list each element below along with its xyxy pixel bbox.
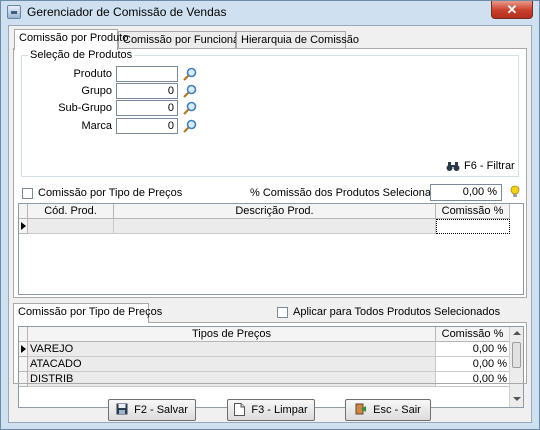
product-selection-group: Seleção de Produtos Produto Grupo 0 Sub-… — [21, 49, 519, 177]
tab-comissao-produto[interactable]: Comissão por Produto — [14, 29, 128, 50]
row-indicator — [19, 357, 28, 372]
window-title: Gerenciador de Comissão de Vendas — [27, 5, 227, 19]
app-icon — [7, 5, 21, 19]
selected-pct-label: % Comissão dos Produtos Selecionados: — [250, 187, 452, 199]
save-button[interactable]: F2 - Salvar — [108, 399, 196, 421]
tab-label: Comissão por Funcionário — [123, 34, 252, 46]
price-type-cell[interactable]: VAREJO — [28, 342, 436, 357]
exit-button[interactable]: Esc - Sair — [345, 399, 431, 421]
grid-corner — [19, 327, 28, 342]
row-indicator — [19, 219, 28, 234]
grupo-field[interactable]: 0 — [116, 83, 178, 99]
scroll-thumb[interactable] — [512, 342, 521, 368]
lightbulb-icon — [510, 185, 520, 197]
col-header-cod-prod[interactable]: Cód. Prod. — [28, 204, 114, 219]
price-pct-cell[interactable]: 0,00 % — [436, 357, 510, 372]
save-label: F2 - Salvar — [134, 404, 188, 416]
clear-label: F3 - Limpar — [251, 404, 308, 416]
group-legend: Seleção de Produtos — [28, 49, 135, 61]
grupo-search-icon[interactable] — [182, 83, 198, 99]
price-type-label: Comissão por Tipo de Preços — [38, 187, 183, 199]
col-header-comissao[interactable]: Comissão % — [436, 204, 510, 219]
exit-label: Esc - Sair — [373, 404, 421, 416]
sub-grupo-label: Sub-Grupo — [58, 102, 112, 114]
exit-door-icon — [355, 403, 367, 415]
cell-comissao-pct[interactable] — [436, 219, 510, 234]
floppy-disk-icon — [116, 403, 128, 415]
marca-label: Marca — [81, 120, 112, 132]
price-section-header: Comissão por Tipo de Preços Aplicar para… — [13, 303, 527, 324]
tab-label: Hierarquia de Comissão — [241, 34, 359, 46]
marca-search-icon[interactable] — [182, 118, 198, 134]
apply-all-checkbox[interactable] — [277, 307, 288, 318]
price-pct-cell[interactable]: 0,00 % — [436, 372, 510, 387]
price-type-checkbox[interactable] — [22, 188, 33, 199]
marca-field[interactable]: 0 — [116, 118, 178, 134]
col-header-comissao[interactable]: Comissão % — [436, 327, 510, 342]
cell-cod-prod[interactable] — [28, 219, 114, 234]
tab-label: Comissão por Tipo de Preços — [18, 306, 163, 318]
produto-field[interactable] — [116, 66, 178, 82]
sub-grupo-search-icon[interactable] — [182, 100, 198, 116]
row-indicator — [19, 372, 28, 387]
tab-page-comissao-produto: Seleção de Produtos Produto Grupo 0 Sub-… — [13, 48, 527, 298]
tab-comissao-funcionario[interactable]: Comissão por Funcionário — [118, 31, 251, 49]
cell-descricao-prod[interactable] — [114, 219, 436, 234]
sub-grupo-field[interactable]: 0 — [116, 100, 178, 116]
scroll-down-arrow-icon[interactable] — [513, 397, 521, 401]
tab-label: Comissão por Produto — [19, 32, 129, 44]
client-area: Comissão por Produto Comissão por Funcio… — [8, 25, 532, 423]
tab-comissao-tipo-precos[interactable]: Comissão por Tipo de Preços — [13, 303, 162, 323]
produto-label: Produto — [73, 68, 112, 80]
apply-all-label: Aplicar para Todos Produtos Selecionados — [293, 306, 501, 318]
price-grid-scrollbar[interactable] — [509, 327, 523, 407]
produto-search-icon[interactable] — [182, 66, 198, 82]
row-indicator — [19, 342, 28, 357]
clear-button[interactable]: F3 - Limpar — [227, 399, 315, 421]
divider — [13, 383, 527, 384]
binoculars-icon — [446, 162, 460, 171]
main-window: Gerenciador de Comissão de Vendas ✕ Comi… — [0, 0, 540, 430]
price-types-grid[interactable]: Tipos de Preços Comissão % VAREJO 0,00 %… — [18, 326, 524, 408]
scroll-up-arrow-icon[interactable] — [513, 331, 521, 335]
price-tab-page: Tipos de Preços Comissão % VAREJO 0,00 %… — [13, 322, 527, 408]
grid-corner — [19, 204, 28, 219]
filter-button[interactable]: F6 - Filtrar — [446, 160, 515, 172]
products-grid[interactable]: Cód. Prod. Descrição Prod. Comissão % — [18, 203, 524, 295]
col-header-descricao-prod[interactable]: Descrição Prod. — [114, 204, 436, 219]
price-pct-cell[interactable]: 0,00 % — [436, 342, 510, 357]
tab-hierarquia-comissao[interactable]: Hierarquia de Comissão — [236, 31, 359, 49]
new-document-icon — [234, 402, 246, 416]
close-button[interactable]: ✕ — [491, 1, 533, 19]
price-type-cell[interactable]: DISTRIB — [28, 372, 436, 387]
grupo-label: Grupo — [81, 85, 112, 97]
col-header-tipos-precos[interactable]: Tipos de Preços — [28, 327, 436, 342]
filter-label: F6 - Filtrar — [464, 160, 515, 172]
price-type-cell[interactable]: ATACADO — [28, 357, 436, 372]
title-bar: Gerenciador de Comissão de Vendas ✕ — [1, 1, 539, 23]
selected-pct-field[interactable]: 0,00 % — [430, 184, 502, 201]
